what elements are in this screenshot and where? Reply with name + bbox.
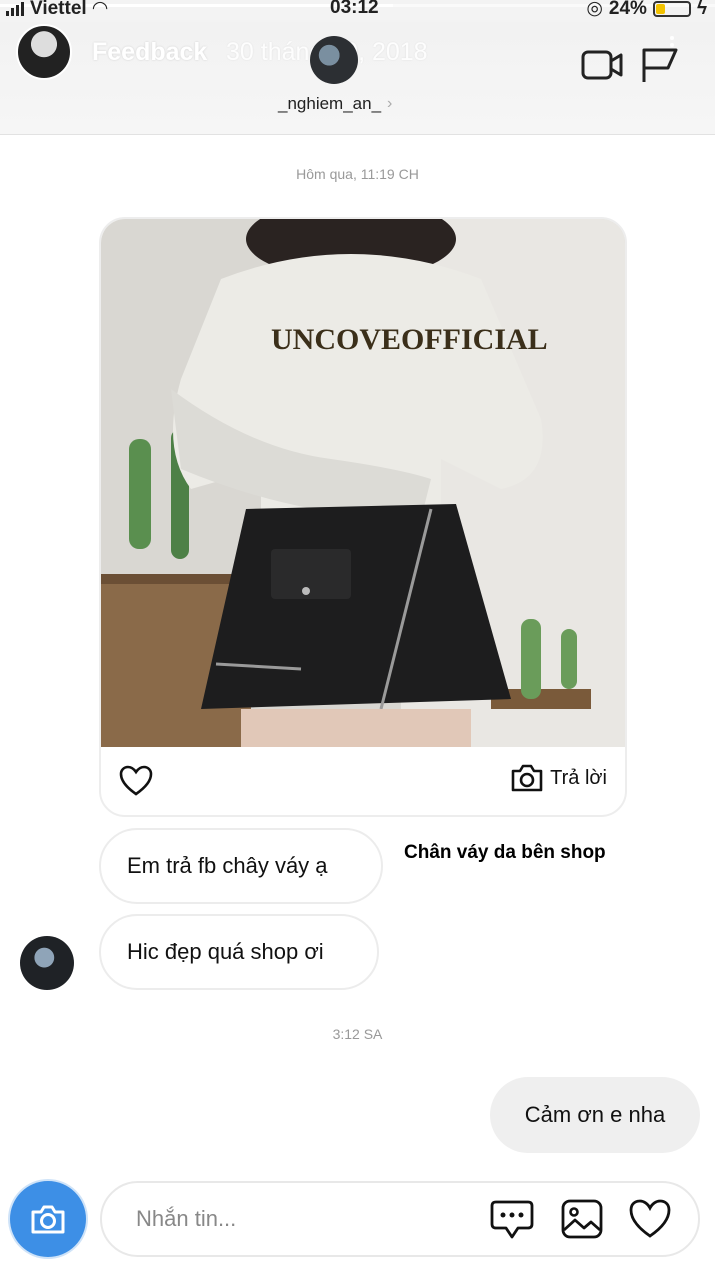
story-title: Feedback [92, 38, 208, 66]
signal-icon [6, 1, 24, 16]
charging-icon: ϟ [696, 0, 707, 19]
chevron-right-icon: › [387, 95, 393, 112]
message-text: Hic đẹp quá shop ơi [127, 939, 324, 964]
message-text: Cảm ơn e nha [524, 1102, 666, 1127]
story-photo[interactable]: UNCOVEOFFICIAL [101, 219, 625, 747]
incoming-message-bubble[interactable]: Hic đẹp quá shop ơi [99, 914, 379, 990]
story-caption-text: Chân váy da bên shop [404, 842, 606, 863]
heart-icon[interactable] [628, 1198, 672, 1240]
carrier-name: Viettel [30, 0, 87, 19]
more-options-icon[interactable] [670, 36, 676, 48]
message-input[interactable] [136, 1201, 466, 1237]
chat-username-label: _nghiem_an_ [278, 94, 382, 113]
chat-partner-avatar[interactable] [310, 36, 358, 84]
story-owner-avatar[interactable] [16, 24, 72, 80]
outgoing-message-bubble[interactable]: Cảm ơn e nha [490, 1077, 700, 1153]
camera-icon [31, 1205, 65, 1234]
story-reply-card[interactable]: UNCOVEOFFICIAL Trả lời [99, 217, 627, 817]
battery-percent: 24% [608, 0, 647, 19]
status-time: 03:12 [330, 0, 379, 18]
flag-icon[interactable] [638, 44, 682, 84]
message-text: Em trả fb chây váy ạ [127, 853, 328, 878]
reply-button[interactable]: Trả lời [510, 763, 607, 793]
sender-avatar[interactable] [20, 936, 74, 990]
camera-button[interactable] [10, 1181, 86, 1257]
svg-text:UNCOVEOFFICIAL: UNCOVEOFFICIAL [271, 323, 548, 356]
heart-icon[interactable] [119, 765, 153, 797]
wifi-icon: ◠ [92, 0, 108, 19]
incoming-message-bubble[interactable]: Em trả fb chây váy ạ [99, 828, 383, 904]
chat-username[interactable]: _nghiem_an_ › [278, 94, 392, 114]
gallery-icon[interactable] [560, 1198, 604, 1240]
status-bar: Viettel ◠ 03:12 ◎ 24% ϟ [0, 0, 715, 22]
sticker-chat-icon[interactable] [490, 1198, 534, 1240]
camera-icon [511, 764, 543, 792]
story-reply-footer: Trả lời [101, 747, 625, 815]
message-composer [100, 1181, 700, 1257]
message-timestamp: Hôm qua, 11:19 CH [296, 166, 419, 182]
video-call-icon[interactable] [580, 44, 624, 84]
battery-icon [652, 0, 691, 17]
orientation-lock-icon: ◎ [586, 0, 603, 19]
message-timestamp: 3:12 SA [332, 1026, 383, 1042]
reply-button-label: Trả lời [550, 766, 607, 789]
